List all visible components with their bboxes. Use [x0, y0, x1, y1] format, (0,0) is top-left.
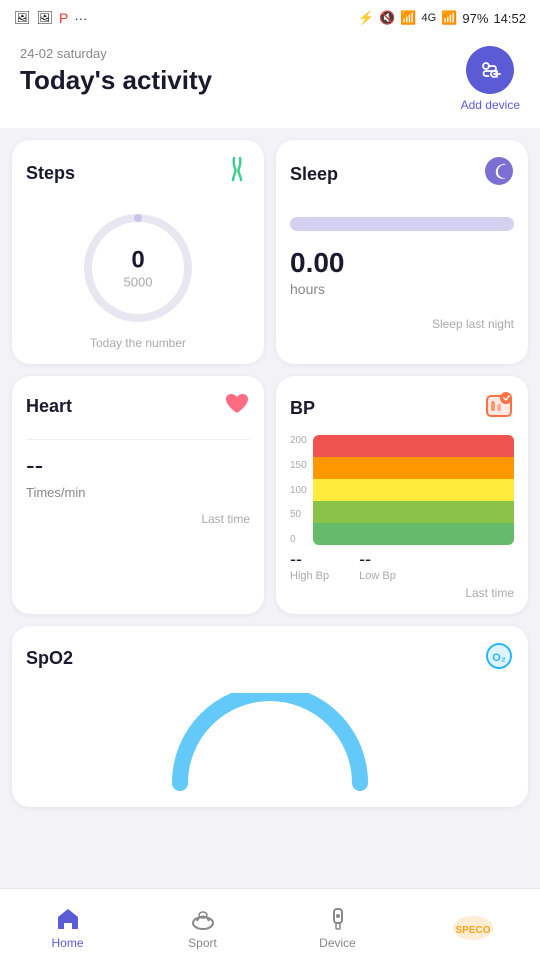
bp-high-label: High Bp [290, 570, 329, 582]
mid-card-row: Heart -- Times/min Last time BP [12, 376, 528, 614]
nav-home-label: Home [51, 936, 83, 950]
bp-axis-200: 200 [290, 435, 307, 446]
bp-bar [313, 435, 514, 545]
sleep-unit: hours [290, 281, 514, 297]
logo-icon: SPECO [451, 914, 495, 942]
bp-card-header: BP [290, 392, 514, 425]
add-device-label: Add device [461, 98, 520, 112]
bp-title: BP [290, 398, 315, 419]
more-icon: ··· [74, 11, 87, 26]
header-left: 24-02 saturday Today's activity [20, 46, 212, 96]
sleep-value: 0.00 [290, 247, 514, 279]
heart-title: Heart [26, 396, 72, 417]
nav-device[interactable]: Device [270, 899, 405, 950]
nav-home[interactable]: Home [0, 899, 135, 950]
bp-icon [484, 392, 514, 425]
bp-axis-100: 100 [290, 485, 307, 496]
heart-card: Heart -- Times/min Last time [12, 376, 264, 614]
notification-icon: 🖼 [14, 10, 31, 26]
bottom-nav: Home Sport Device SPECO [0, 888, 540, 960]
bluetooth-icon: ⚡ [358, 10, 374, 26]
svg-text:O₂: O₂ [492, 652, 506, 664]
sleep-bar [290, 217, 514, 231]
heart-unit: Times/min [26, 485, 250, 500]
spo2-arc [26, 693, 514, 793]
top-card-row: Steps 0 5000 Today the number [12, 140, 528, 364]
heart-card-header: Heart [26, 392, 250, 421]
sleep-card: Sleep 0.00 hours Sleep last night [276, 140, 528, 364]
notification-icon-2: 🖼 [37, 10, 54, 26]
spo2-title: SpO2 [26, 648, 73, 669]
bp-axis: 200 150 100 50 0 [290, 435, 309, 545]
time-label: 14:52 [493, 11, 526, 26]
steps-icon [226, 156, 250, 190]
heart-icon [224, 392, 250, 421]
page-title: Today's activity [20, 65, 212, 96]
status-right: ⚡ 🔇 📶 4G 📶 97% 14:52 [358, 10, 526, 26]
nav-sport-label: Sport [188, 936, 217, 950]
device-icon [324, 905, 352, 933]
heart-footer: Last time [26, 512, 250, 526]
bp-card: BP 200 150 100 [276, 376, 528, 614]
header: 24-02 saturday Today's activity Add devi… [0, 36, 540, 128]
status-left: 🖼 🖼 P ··· [14, 10, 87, 26]
bp-chart-area: 200 150 100 50 0 [290, 435, 514, 545]
steps-center: 0 5000 [124, 247, 153, 290]
steps-card: Steps 0 5000 Today the number [12, 140, 264, 364]
bp-high-value: -- [290, 549, 302, 570]
nav-device-label: Device [319, 936, 356, 950]
bp-values: -- High Bp -- Low Bp [290, 549, 514, 582]
nav-sport[interactable]: Sport [135, 899, 270, 950]
spo2-icon: O₂ [484, 642, 514, 675]
bp-footer: Last time [290, 586, 514, 600]
add-device-icon [478, 58, 502, 82]
steps-card-header: Steps [26, 156, 250, 190]
signal-icon: 📶 [441, 10, 457, 26]
date-text: 24-02 saturday [20, 46, 212, 61]
steps-goal: 5000 [124, 275, 153, 290]
wifi-icon: 📶 [400, 10, 416, 26]
app-icon: P [59, 10, 68, 26]
steps-ring: 0 5000 [78, 208, 198, 328]
sleep-icon [484, 156, 514, 193]
add-device-button[interactable]: Add device [461, 46, 520, 112]
bp-high-item: -- High Bp [290, 549, 329, 582]
steps-value: 0 [124, 247, 153, 275]
lte-icon: 4G [422, 12, 437, 24]
bp-axis-150: 150 [290, 460, 307, 471]
bp-axis-50: 50 [290, 509, 307, 520]
steps-title: Steps [26, 163, 75, 184]
heart-value: -- [26, 450, 250, 481]
mute-icon: 🔇 [379, 10, 395, 26]
bp-low-label: Low Bp [359, 570, 396, 582]
status-bar: 🖼 🖼 P ··· ⚡ 🔇 📶 4G 📶 97% 14:52 [0, 0, 540, 36]
main-content: Steps 0 5000 Today the number [0, 128, 540, 887]
heart-divider [26, 439, 250, 440]
bp-axis-0: 0 [290, 534, 307, 545]
sleep-card-header: Sleep [290, 156, 514, 193]
nav-logo: SPECO [405, 908, 540, 942]
bp-low-item: -- Low Bp [359, 549, 396, 582]
spo2-card: SpO2 O₂ [12, 626, 528, 807]
bp-low-value: -- [359, 549, 371, 570]
add-device-circle [466, 46, 514, 94]
sleep-title: Sleep [290, 164, 338, 185]
sleep-footer: Sleep last night [290, 317, 514, 331]
steps-footer: Today the number [90, 336, 186, 350]
spo2-card-header: SpO2 O₂ [26, 642, 514, 675]
sport-icon [189, 905, 217, 933]
svg-text:SPECO: SPECO [455, 925, 490, 936]
home-icon [54, 905, 82, 933]
battery-label: 97% [462, 11, 488, 26]
